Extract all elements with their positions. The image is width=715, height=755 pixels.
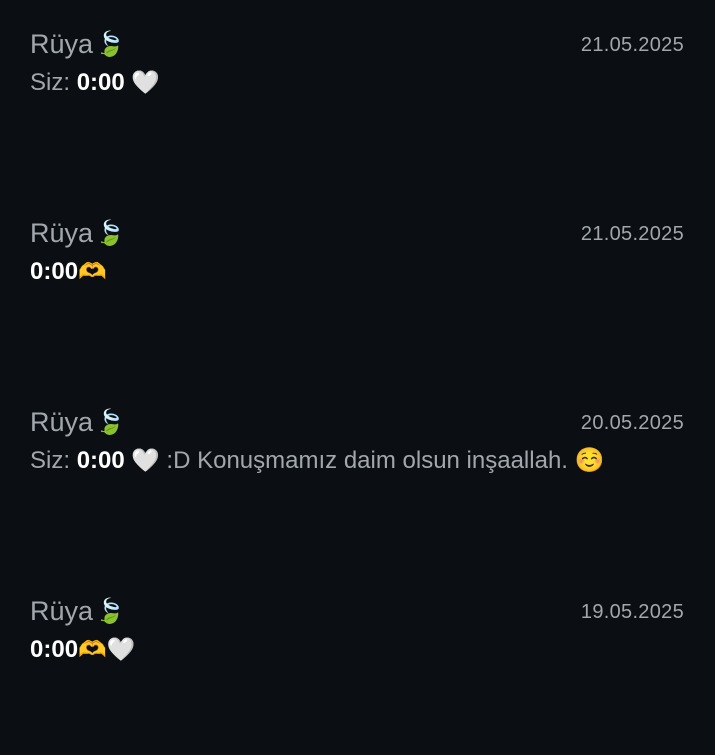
- message-text: :D Konuşmamız daim olsun inşaallah. ☺️: [159, 447, 605, 474]
- contact-name-text: Rüya: [30, 596, 94, 626]
- conversation-date: 20.05.2025: [580, 412, 684, 434]
- white-heart-icon: 🤍: [124, 447, 160, 473]
- time-text: 0:00: [30, 636, 79, 663]
- white-heart-icon: 🤍: [124, 69, 160, 95]
- contact-name: Rüya🍃: [30, 406, 125, 439]
- sender-prefix: Siz:: [30, 447, 77, 474]
- time-text: 0:00: [76, 447, 125, 474]
- message-preview: 0:00🫶🤍: [30, 634, 135, 665]
- conversation-list: Rüya🍃 21.05.2025 Siz: 0:00 🤍 Rüya🍃 21.05…: [0, 0, 715, 685]
- contact-name: Rüya🍃: [30, 595, 125, 628]
- conversation-item[interactable]: Rüya🍃 21.05.2025 Siz: 0:00 🤍: [0, 0, 715, 188]
- conversation-item[interactable]: Rüya🍃 21.05.2025 0:00🫶: [0, 189, 715, 377]
- heart-hands-white-heart-icon: 🫶🤍: [78, 636, 136, 662]
- contact-name: Rüya🍃: [30, 28, 125, 61]
- conversation-item[interactable]: Rüya🍃 20.05.2025 Siz: 0:00 🤍 :D Konuşmam…: [0, 378, 715, 566]
- leaf-icon: 🍃: [95, 598, 125, 625]
- sender-prefix: Siz:: [30, 69, 77, 96]
- conversation-date: 21.05.2025: [580, 34, 684, 56]
- message-preview: Siz: 0:00 🤍: [30, 67, 160, 98]
- leaf-icon: 🍃: [95, 220, 125, 247]
- message-preview: Siz: 0:00 🤍 :D Konuşmamız daim olsun inş…: [30, 445, 605, 476]
- leaf-icon: 🍃: [95, 31, 125, 58]
- conversation-item[interactable]: Rüya🍃 19.05.2025 0:00🫶🤍: [0, 567, 715, 755]
- time-text: 0:00: [30, 258, 79, 285]
- contact-name: Rüya🍃: [30, 217, 125, 250]
- conversation-date: 21.05.2025: [580, 223, 684, 245]
- heart-hands-icon: 🫶: [78, 258, 107, 284]
- contact-name-text: Rüya: [30, 29, 94, 59]
- contact-name-text: Rüya: [30, 218, 94, 248]
- leaf-icon: 🍃: [95, 409, 125, 436]
- message-preview: 0:00🫶: [30, 256, 107, 287]
- conversation-date: 19.05.2025: [580, 601, 684, 623]
- time-text: 0:00: [76, 69, 125, 96]
- contact-name-text: Rüya: [30, 407, 94, 437]
